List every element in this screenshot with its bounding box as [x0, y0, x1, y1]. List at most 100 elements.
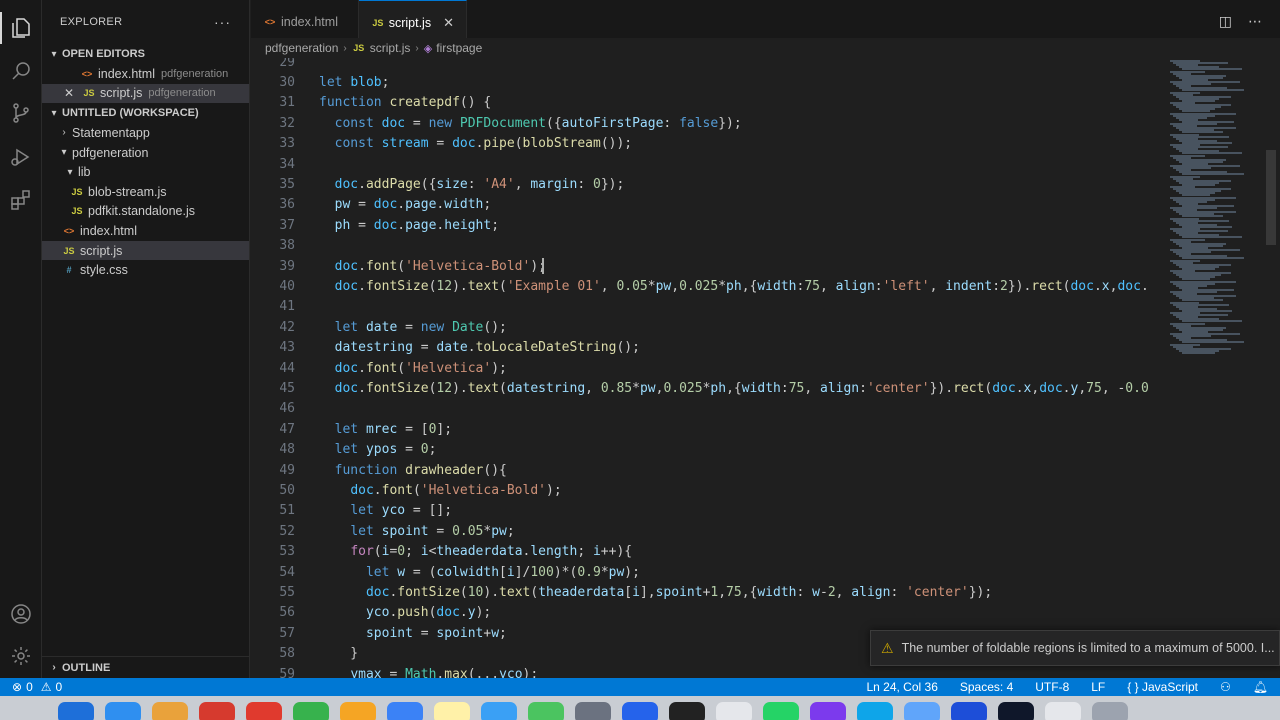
code-line[interactable]: 48 let ypos = 0;: [251, 440, 1166, 460]
cursor-position[interactable]: Ln 24, Col 36: [866, 680, 937, 694]
dock-app-icon[interactable]: [1045, 702, 1081, 720]
code-line[interactable]: 46: [251, 399, 1166, 419]
close-icon[interactable]: ✕: [443, 15, 454, 31]
dock-app-icon[interactable]: [340, 702, 376, 720]
dock-app-icon[interactable]: [387, 702, 423, 720]
file-index-html[interactable]: <> index.html: [42, 221, 249, 241]
folder-lib[interactable]: ▾ lib: [42, 162, 249, 182]
code-line[interactable]: 49 function drawheader(){: [251, 460, 1166, 480]
dock-app-icon[interactable]: [152, 702, 188, 720]
code-line[interactable]: 34: [251, 154, 1166, 174]
problems-indicator[interactable]: ⊗ 0 ⚠ 0: [0, 680, 62, 694]
dock-app-icon[interactable]: [293, 702, 329, 720]
chevron-right-icon: ›: [415, 42, 419, 54]
encoding[interactable]: UTF-8: [1035, 680, 1069, 694]
file-blob-stream-js[interactable]: JS blob-stream.js: [42, 182, 249, 202]
code-line[interactable]: 56 yco.push(doc.y);: [251, 603, 1166, 623]
code-line[interactable]: 47 let mrec = [0];: [251, 419, 1166, 439]
source-control-icon[interactable]: [7, 99, 35, 127]
file-style-css[interactable]: # style.css: [42, 260, 249, 280]
code-line[interactable]: 54 let w = (colwidth[i]/100)*(0.9*pw);: [251, 562, 1166, 582]
code-line[interactable]: 35 doc.addPage({size: 'A4', margin: 0});: [251, 174, 1166, 194]
settings-gear-icon[interactable]: [7, 642, 35, 670]
notifications-bell-icon[interactable]: 🔔︎: [1253, 680, 1268, 694]
code-line[interactable]: 37 ph = doc.page.height;: [251, 215, 1166, 235]
dock-app-icon[interactable]: [58, 702, 94, 720]
minimap[interactable]: [1166, 58, 1266, 678]
open-editor-folder: pdfgeneration: [160, 67, 229, 80]
dock-app-icon[interactable]: [951, 702, 987, 720]
folder-pdfgeneration[interactable]: ▾ pdfgeneration: [42, 143, 249, 163]
indentation[interactable]: Spaces: 4: [960, 680, 1013, 694]
code-line[interactable]: 55 doc.fontSize(10).text(theaderdata[i],…: [251, 582, 1166, 602]
dock-app-icon[interactable]: [199, 702, 235, 720]
code-line[interactable]: 52 let spoint = 0.05*pw;: [251, 521, 1166, 541]
code-line[interactable]: 30 let blob;: [251, 72, 1166, 92]
explorer-icon[interactable]: [7, 14, 35, 42]
dock-app-icon[interactable]: [246, 702, 282, 720]
dock-app-icon[interactable]: [481, 702, 517, 720]
code-line[interactable]: 36 pw = doc.page.width;: [251, 195, 1166, 215]
folder-statementapp[interactable]: › Statementapp: [42, 123, 249, 143]
search-icon[interactable]: [7, 57, 35, 85]
more-actions-icon[interactable]: ···: [214, 14, 231, 30]
code-line[interactable]: 38: [251, 236, 1166, 256]
code-line[interactable]: 43 datestring = date.toLocaleDateString(…: [251, 338, 1166, 358]
code-line[interactable]: 45 doc.fontSize(12).text(datestring, 0.8…: [251, 378, 1166, 398]
split-editor-icon[interactable]: ◫: [1219, 13, 1232, 30]
code-line[interactable]: 40 doc.fontSize(12).text('Example 01', 0…: [251, 276, 1166, 296]
code-editor[interactable]: 29 30 let blob; 31 function createpdf() {32 …: [251, 58, 1166, 678]
code-line[interactable]: 32 const doc = new PDFDocument({autoFirs…: [251, 113, 1166, 133]
breadcrumb-folder[interactable]: pdfgeneration: [265, 41, 338, 55]
breadcrumb: pdfgeneration › JS script.js › ◈ firstpa…: [251, 38, 1280, 58]
dock-app-icon[interactable]: [857, 702, 893, 720]
dock-app-icon[interactable]: [434, 702, 470, 720]
dock-app-icon[interactable]: [669, 702, 705, 720]
dock-app-icon[interactable]: [904, 702, 940, 720]
code-line[interactable]: 31 function createpdf() {: [251, 93, 1166, 113]
notification-toast[interactable]: ⚠ The number of foldable regions is limi…: [870, 630, 1280, 666]
code-line[interactable]: 51 let yco = [];: [251, 501, 1166, 521]
code-line[interactable]: 29: [251, 58, 1166, 72]
workspace-section[interactable]: ▾ UNTITLED (WORKSPACE): [42, 103, 249, 123]
close-icon[interactable]: ✕: [62, 86, 76, 100]
open-editor-folder: pdfgeneration: [148, 87, 216, 100]
code-text: doc.fontSize(10).text(theaderdata[i],spo…: [365, 585, 993, 601]
code-line[interactable]: 50 doc.font('Helvetica-Bold');: [251, 480, 1166, 500]
code-line[interactable]: 41: [251, 297, 1166, 317]
breadcrumb-file[interactable]: script.js: [370, 41, 411, 55]
code-line[interactable]: 44 doc.font('Helvetica');: [251, 358, 1166, 378]
code-line[interactable]: 33 const stream = doc.pipe(blobStream())…: [251, 134, 1166, 154]
dock-app-icon[interactable]: [998, 702, 1034, 720]
end-of-line[interactable]: LF: [1091, 680, 1105, 694]
more-actions-icon[interactable]: ⋯: [1248, 13, 1262, 30]
feedback-icon[interactable]: ⚇: [1220, 680, 1231, 694]
dock-app-icon[interactable]: [105, 702, 141, 720]
extensions-icon[interactable]: [7, 186, 35, 214]
open-editor-index-html[interactable]: <> index.html pdfgeneration: [42, 64, 249, 84]
code-text: doc.addPage({size: 'A4', margin: 0});: [334, 177, 625, 193]
code-line[interactable]: 59 ymax = Math.max(...yco);: [251, 664, 1166, 678]
dock-app-icon[interactable]: [810, 702, 846, 720]
dock-app-icon[interactable]: [763, 702, 799, 720]
run-debug-icon[interactable]: [7, 143, 35, 171]
account-icon[interactable]: [7, 600, 35, 628]
dock-app-icon[interactable]: [528, 702, 564, 720]
code-line[interactable]: 53 for(i=0; i<theaderdata.length; i++){: [251, 542, 1166, 562]
file-script-js[interactable]: JS script.js: [42, 240, 249, 261]
dock-app-icon[interactable]: [575, 702, 611, 720]
language-mode[interactable]: { } JavaScript: [1127, 680, 1198, 694]
code-text: function drawheader(){: [334, 462, 507, 478]
open-editors-section[interactable]: ▾ OPEN EDITORS: [42, 44, 249, 64]
dock-app-icon[interactable]: [1092, 702, 1128, 720]
file-pdfkit-standalone-js[interactable]: JS pdfkit.standalone.js: [42, 202, 249, 222]
editor-scrollbar[interactable]: [1266, 150, 1276, 245]
dock-app-icon[interactable]: [716, 702, 752, 720]
code-line[interactable]: 42 let date = new Date();: [251, 317, 1166, 337]
explorer-title: EXPLORER: [60, 16, 123, 28]
dock-app-icon[interactable]: [622, 702, 658, 720]
open-editor-script-js[interactable]: ✕ JS script.js pdfgeneration: [42, 83, 249, 104]
outline-section[interactable]: › OUTLINE: [42, 656, 249, 678]
breadcrumb-symbol[interactable]: firstpage: [436, 41, 482, 55]
code-line[interactable]: 39 doc.font('Helvetica-Bold');: [251, 256, 1166, 276]
